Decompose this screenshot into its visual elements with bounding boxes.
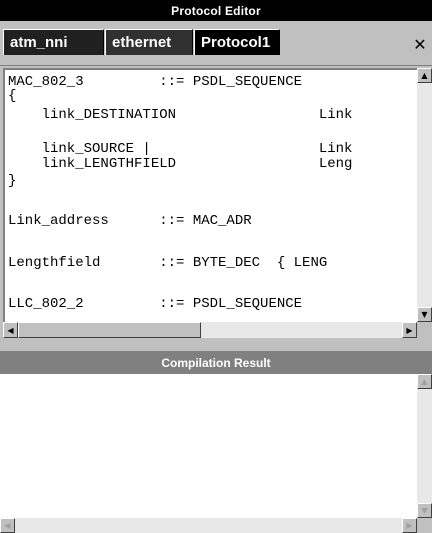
tab-bar: atm_nni ethernet Protocol1 ✕ (0, 21, 432, 66)
protocol-editor-pane: MAC_802_3 ::= PSDL_SEQUENCE { link_DESTI… (0, 66, 432, 346)
code-line: LLC_802_2 ::= PSDL_SEQUENCE (8, 296, 303, 312)
window-title: Protocol Editor (0, 0, 432, 21)
code-line: Lengthfield ::= BYTE_DEC { LENG (8, 255, 328, 271)
tab-protocol1[interactable]: Protocol1 (194, 29, 280, 55)
code-line: MAC_802_3 ::= PSDL_SEQUENCE (8, 74, 303, 90)
arrow-left-icon[interactable]: ◀ (0, 518, 15, 533)
code-line: link_SOURCE | Link (8, 141, 353, 157)
code-line: { (8, 88, 17, 104)
arrow-left-icon[interactable]: ◀ (3, 322, 18, 338)
tab-atm-nni[interactable]: atm_nni (3, 29, 104, 55)
arrow-right-icon[interactable]: ▶ (402, 518, 417, 533)
editor-horizontal-scrollbar[interactable]: ◀ ▶ (3, 322, 417, 338)
compilation-result-title: Compilation Result (0, 352, 432, 374)
editor-vertical-scrollbar[interactable]: ▲ ▼ (417, 68, 432, 322)
arrow-right-icon[interactable]: ▶ (402, 322, 417, 338)
arrow-up-icon[interactable]: ▲ (417, 374, 432, 389)
code-editor[interactable]: MAC_802_3 ::= PSDL_SEQUENCE { link_DESTI… (3, 68, 417, 322)
compilation-vertical-scrollbar[interactable]: ▲ ▼ (417, 374, 432, 518)
close-icon[interactable]: ✕ (410, 34, 430, 54)
code-line: Link_address ::= MAC_ADR (8, 213, 252, 229)
arrow-up-icon[interactable]: ▲ (417, 68, 432, 83)
code-line: link_DESTINATION Link (8, 107, 353, 123)
compilation-horizontal-scrollbar[interactable]: ◀ ▶ (0, 518, 417, 533)
code-line: link_LENGTHFIELD Leng (8, 156, 353, 172)
arrow-down-icon[interactable]: ▼ (417, 307, 432, 322)
compilation-result-output[interactable] (0, 374, 417, 518)
arrow-down-icon[interactable]: ▼ (417, 503, 432, 518)
horizontal-scroll-thumb[interactable] (18, 322, 201, 338)
scrollbar-corner (417, 518, 432, 533)
code-line: } (8, 173, 17, 189)
tab-ethernet[interactable]: ethernet (105, 29, 193, 55)
